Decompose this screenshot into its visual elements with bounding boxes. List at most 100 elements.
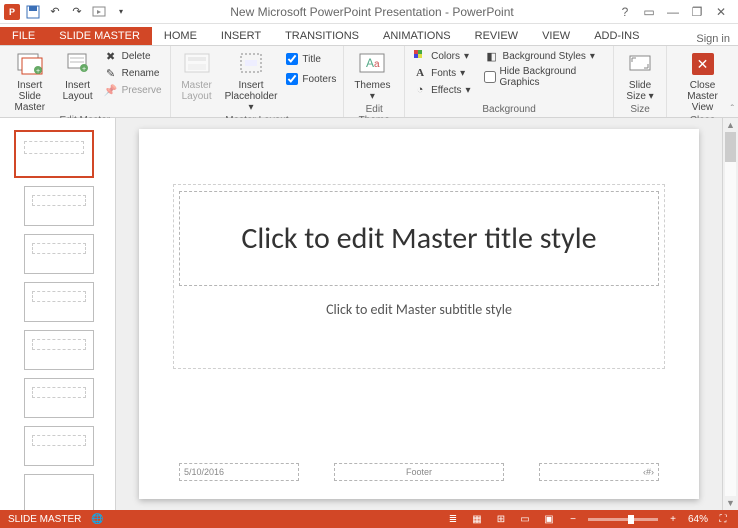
close-icon: ✕ <box>689 50 717 78</box>
ribbon-tabs: FILE SLIDE MASTER HOME INSERT TRANSITION… <box>0 24 738 46</box>
redo-icon[interactable]: ↷ <box>68 3 86 21</box>
group-master-layout: Master Layout Insert Placeholder ▾ Title… <box>171 46 345 117</box>
footers-checkbox[interactable]: Footers <box>285 72 337 86</box>
reading-view-icon[interactable]: ▭ <box>516 512 534 526</box>
normal-view-icon[interactable]: ▦ <box>468 512 486 526</box>
group-size: Slide Size ▾ Size <box>614 46 667 117</box>
slide-master-thumbnail[interactable] <box>14 130 94 178</box>
fit-to-window-icon[interactable]: ⛶ <box>714 512 732 526</box>
status-mode: SLIDE MASTER <box>8 514 81 525</box>
master-layout-icon <box>183 50 211 78</box>
tab-slide-master[interactable]: SLIDE MASTER <box>47 27 152 45</box>
fonts-button[interactable]: AFonts ▾ <box>411 65 472 81</box>
sign-in-link[interactable]: Sign in <box>696 33 738 45</box>
effects-button[interactable]: ◔Effects ▾ <box>411 82 472 98</box>
hide-background-checkbox[interactable]: Hide Background Graphics <box>483 65 608 89</box>
tab-transitions[interactable]: TRANSITIONS <box>273 27 371 45</box>
insert-layout-button[interactable]: + Insert Layout <box>58 48 98 104</box>
tab-file[interactable]: FILE <box>0 27 47 45</box>
tab-review[interactable]: REVIEW <box>463 27 530 45</box>
powerpoint-app-icon: P <box>4 4 20 20</box>
themes-icon: Aa <box>358 50 386 78</box>
background-styles-button[interactable]: ◧Background Styles ▾ <box>483 48 608 64</box>
rename-button[interactable]: ✎Rename <box>102 65 164 81</box>
notes-button[interactable]: ≣ <box>444 512 462 526</box>
date-placeholder[interactable]: 5/10/2016 <box>179 463 299 481</box>
close-master-view-button[interactable]: ✕ Close Master View <box>673 48 732 115</box>
title-placeholder[interactable]: Click to edit Master title style <box>179 191 659 286</box>
title-checkbox[interactable]: Title <box>285 52 337 66</box>
svg-text:+: + <box>36 68 40 75</box>
delete-button[interactable]: ✖Delete <box>102 48 164 64</box>
insert-layout-icon: + <box>64 50 92 78</box>
preserve-icon: 📌 <box>104 83 118 97</box>
fonts-icon: A <box>413 66 427 80</box>
ribbon-options-icon[interactable]: ▭ <box>638 3 660 21</box>
slide-sorter-view-icon[interactable]: ⊞ <box>492 512 510 526</box>
svg-text:+: + <box>82 66 86 73</box>
subtitle-placeholder[interactable]: Click to edit Master subtitle style <box>179 294 659 324</box>
zoom-out-icon[interactable]: − <box>564 512 582 526</box>
scroll-up-icon[interactable]: ▲ <box>723 118 738 132</box>
group-background: Colors ▾ AFonts ▾ ◔Effects ▾ ◧Background… <box>405 46 614 117</box>
slideshow-view-icon[interactable]: ▣ <box>540 512 558 526</box>
close-window-icon[interactable]: ✕ <box>710 3 732 21</box>
scroll-thumb[interactable] <box>725 132 736 162</box>
tab-insert[interactable]: INSERT <box>209 27 273 45</box>
qat-customize-icon[interactable]: ▾ <box>112 3 130 21</box>
vertical-scrollbar[interactable]: ▲ ▼ <box>722 118 738 510</box>
thumbnail-panel[interactable] <box>0 118 116 510</box>
main-area: Click to edit Master title style Click t… <box>0 118 738 510</box>
layout-thumbnail[interactable] <box>24 186 94 226</box>
themes-button[interactable]: Aa Themes▾ <box>350 48 394 104</box>
group-edit-master: + Insert Slide Master + Insert Layout ✖D… <box>0 46 171 117</box>
ribbon: + Insert Slide Master + Insert Layout ✖D… <box>0 46 738 118</box>
scroll-down-icon[interactable]: ▼ <box>723 496 738 510</box>
group-edit-theme: Aa Themes▾ Edit Theme <box>344 46 405 117</box>
undo-icon[interactable]: ↶ <box>46 3 64 21</box>
chevron-down-icon: ▾ <box>370 91 375 102</box>
save-icon[interactable] <box>24 3 42 21</box>
layout-thumbnail[interactable] <box>24 378 94 418</box>
window-title: New Microsoft PowerPoint Presentation - … <box>130 5 614 19</box>
tab-home[interactable]: HOME <box>152 27 209 45</box>
background-styles-icon: ◧ <box>485 49 499 63</box>
master-layout-button: Master Layout <box>177 48 217 104</box>
help-icon[interactable]: ? <box>614 3 636 21</box>
layout-thumbnail[interactable] <box>24 330 94 370</box>
zoom-in-icon[interactable]: + <box>664 512 682 526</box>
language-icon[interactable]: 🌐 <box>91 514 103 525</box>
tab-animations[interactable]: ANIMATIONS <box>371 27 463 45</box>
layout-thumbnail[interactable] <box>24 474 94 510</box>
tab-addins[interactable]: ADD-INS <box>582 27 651 45</box>
tab-view[interactable]: VIEW <box>530 27 582 45</box>
colors-icon <box>413 49 427 63</box>
delete-icon: ✖ <box>104 49 118 63</box>
slide-editor: Click to edit Master title style Click t… <box>116 118 722 510</box>
start-from-beginning-icon[interactable] <box>90 3 108 21</box>
insert-placeholder-icon <box>237 50 265 78</box>
slide-number-placeholder[interactable]: ‹#› <box>539 463 659 481</box>
slide-size-icon <box>626 50 654 78</box>
footer-placeholder[interactable]: Footer <box>334 463 504 481</box>
restore-icon[interactable]: ❐ <box>686 3 708 21</box>
zoom-slider[interactable] <box>588 518 658 521</box>
insert-slide-master-button[interactable]: + Insert Slide Master <box>6 48 54 115</box>
minimize-icon[interactable]: — <box>662 3 684 21</box>
colors-button[interactable]: Colors ▾ <box>411 48 472 64</box>
insert-slide-master-icon: + <box>16 50 44 78</box>
slide-size-button[interactable]: Slide Size ▾ <box>620 48 660 104</box>
layout-thumbnail[interactable] <box>24 234 94 274</box>
preserve-button[interactable]: 📌Preserve <box>102 82 164 98</box>
window-controls: ? ▭ — ❐ ✕ <box>614 3 738 21</box>
layout-thumbnail[interactable] <box>24 282 94 322</box>
effects-icon: ◔ <box>413 83 427 97</box>
scroll-track[interactable] <box>725 132 736 496</box>
zoom-slider-knob[interactable] <box>628 515 634 524</box>
layout-thumbnail[interactable] <box>24 426 94 466</box>
status-bar: SLIDE MASTER 🌐 ≣ ▦ ⊞ ▭ ▣ − + 64% ⛶ <box>0 510 738 528</box>
collapse-ribbon-icon[interactable]: ˆ <box>731 104 734 115</box>
rename-icon: ✎ <box>104 66 118 80</box>
insert-placeholder-button[interactable]: Insert Placeholder ▾ <box>221 48 282 115</box>
slide-canvas[interactable]: Click to edit Master title style Click t… <box>139 129 699 499</box>
